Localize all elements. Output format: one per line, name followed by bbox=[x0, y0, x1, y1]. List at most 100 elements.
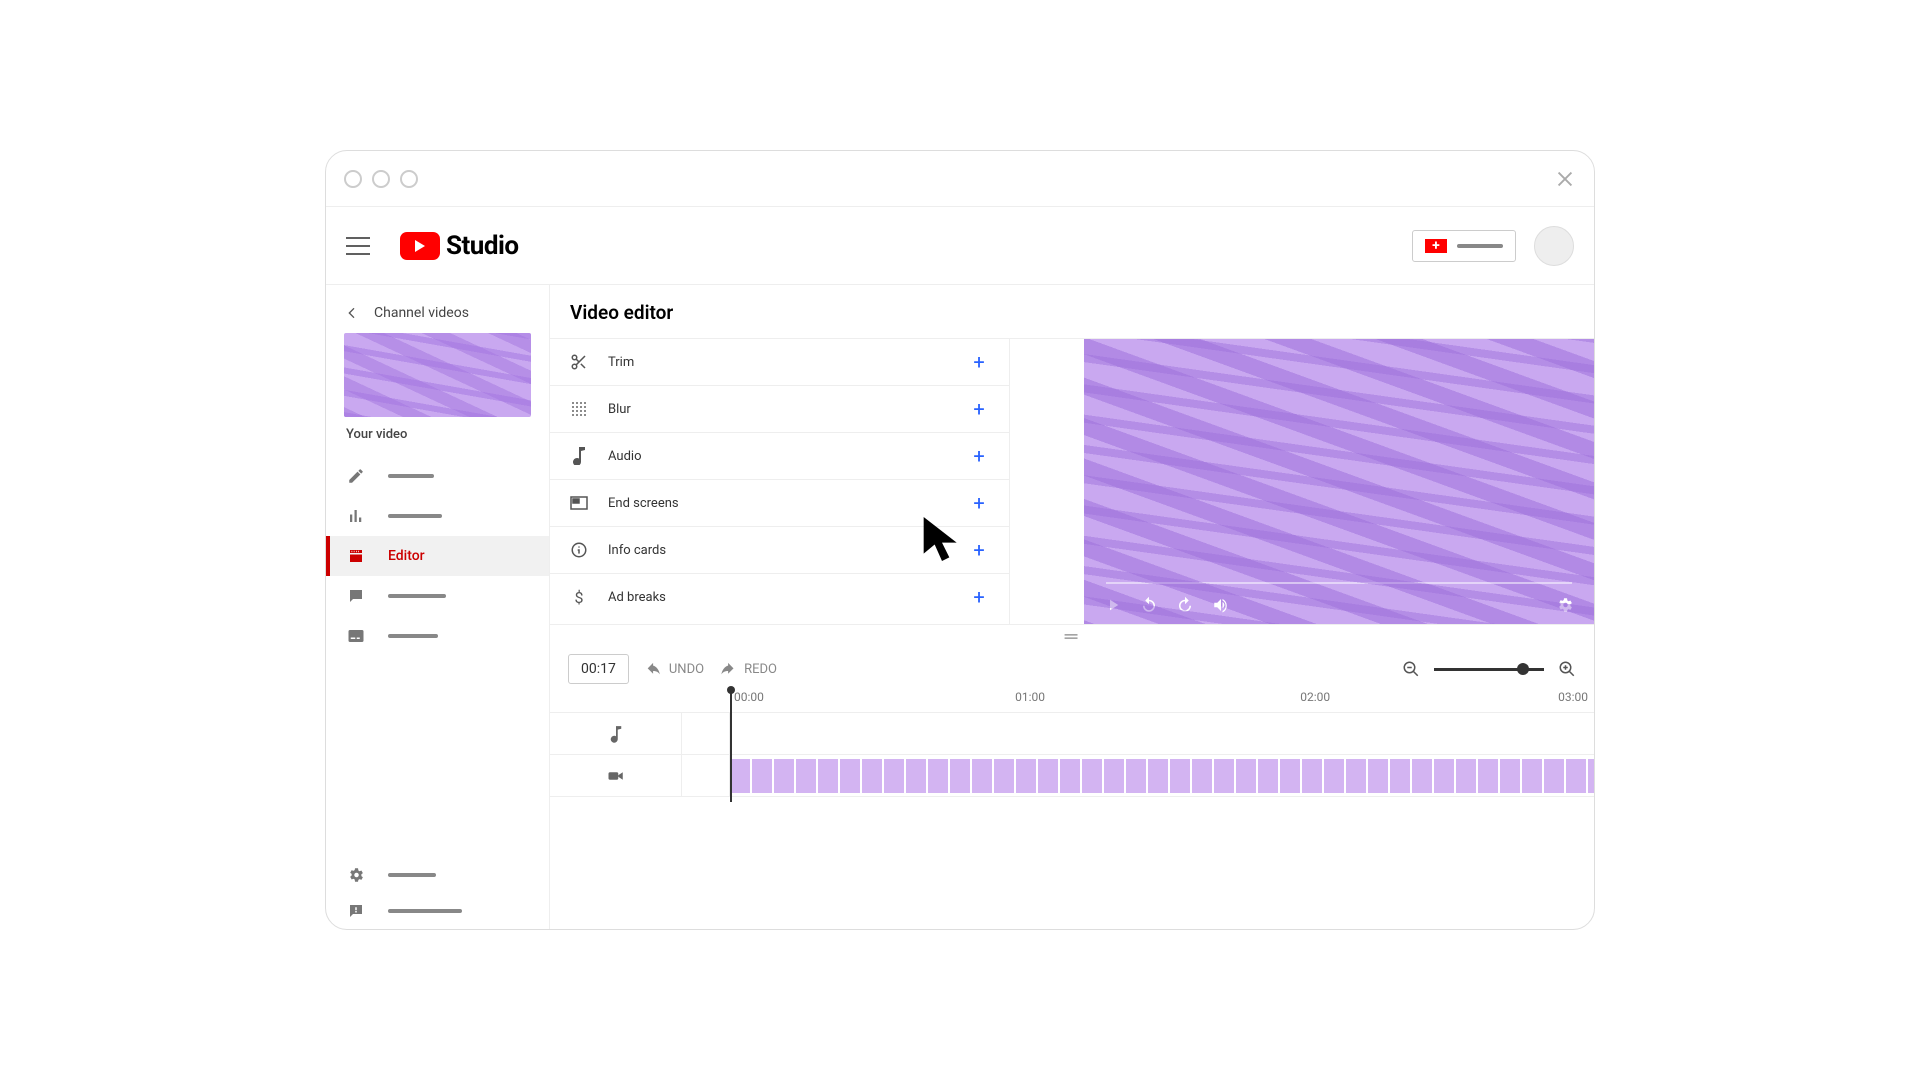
add-audio-button[interactable]: + bbox=[967, 444, 991, 468]
back-to-channel-videos[interactable]: Channel videos bbox=[326, 297, 549, 333]
video-clip[interactable] bbox=[730, 759, 1594, 793]
timeline-tracks bbox=[550, 712, 1594, 797]
add-blur-button[interactable]: + bbox=[967, 397, 991, 421]
window-dot-icon[interactable] bbox=[344, 170, 362, 188]
preview-progress-bar[interactable] bbox=[1106, 582, 1572, 584]
timeline-toolbar: 00:17 UNDO REDO bbox=[550, 648, 1594, 688]
tool-label: Info cards bbox=[608, 543, 666, 558]
camera-plus-icon bbox=[1425, 239, 1447, 253]
add-end-screen-button[interactable]: + bbox=[967, 491, 991, 515]
audio-track-row[interactable] bbox=[550, 713, 1594, 755]
sidebar-item-feedback[interactable] bbox=[326, 893, 549, 929]
zoom-out-icon[interactable] bbox=[1402, 660, 1420, 678]
sidebar-item-settings[interactable] bbox=[326, 857, 549, 893]
redo-icon bbox=[720, 662, 738, 676]
forward-icon[interactable] bbox=[1176, 596, 1194, 614]
sidebar-item-details[interactable] bbox=[326, 456, 549, 496]
tool-label: Blur bbox=[608, 402, 631, 417]
dollar-icon: $ bbox=[568, 586, 590, 608]
brand-name: Studio bbox=[446, 231, 519, 261]
timeline-ruler[interactable]: 00:00 01:00 02:00 03:00 bbox=[730, 688, 1594, 712]
back-label: Channel videos bbox=[374, 305, 469, 321]
drag-handle-icon[interactable]: ═ bbox=[550, 625, 1594, 648]
zoom-slider[interactable] bbox=[1434, 668, 1544, 671]
replay-icon[interactable] bbox=[1140, 596, 1158, 614]
time-mark: 01:00 bbox=[1015, 690, 1045, 704]
editor-icon bbox=[346, 546, 366, 566]
blur-icon bbox=[568, 398, 590, 420]
gear-icon[interactable] bbox=[1556, 596, 1574, 614]
comments-icon bbox=[346, 586, 366, 606]
video-preview[interactable] bbox=[1084, 339, 1594, 624]
window-dot-icon[interactable] bbox=[400, 170, 418, 188]
scissors-icon bbox=[568, 351, 590, 373]
editor-label: Editor bbox=[388, 548, 425, 564]
nav-label-placeholder bbox=[388, 594, 446, 598]
end-screen-icon bbox=[568, 492, 590, 514]
video-track-row[interactable] bbox=[550, 755, 1594, 797]
gear-icon bbox=[346, 865, 366, 885]
sidebar-item-editor[interactable]: Editor bbox=[326, 536, 549, 576]
tool-list: Trim + Blur + Audio + E bbox=[550, 339, 1010, 624]
timeline-playhead[interactable] bbox=[730, 690, 732, 802]
nav-label-placeholder bbox=[388, 514, 442, 518]
window-title-bar bbox=[326, 151, 1594, 207]
mouse-cursor-icon bbox=[920, 513, 964, 565]
sidebar-item-subtitles[interactable] bbox=[326, 616, 549, 656]
tool-label: Trim bbox=[608, 355, 634, 370]
play-icon[interactable] bbox=[1104, 596, 1122, 614]
page-title: Video editor bbox=[550, 285, 1594, 338]
undo-button[interactable]: UNDO bbox=[645, 662, 704, 677]
arrow-left-icon bbox=[344, 305, 360, 321]
main-content: Video editor Trim + Blur + Au bbox=[550, 285, 1594, 929]
nav-label-placeholder bbox=[388, 909, 462, 913]
sidebar: Channel videos Your video Editor bbox=[326, 285, 550, 929]
app-window: Studio Channel videos Your video bbox=[325, 150, 1595, 930]
tool-label: Audio bbox=[608, 449, 641, 464]
preview-pane bbox=[1010, 339, 1594, 624]
music-note-icon bbox=[550, 713, 682, 754]
nav-label-placeholder bbox=[388, 474, 434, 478]
nav-label-placeholder bbox=[388, 873, 436, 877]
your-video-label: Your video bbox=[326, 427, 549, 456]
time-mark: 03:00 bbox=[1558, 690, 1588, 704]
redo-label: REDO bbox=[744, 662, 777, 677]
tool-label: Ad breaks bbox=[608, 590, 666, 605]
tool-label: End screens bbox=[608, 496, 679, 511]
zoom-control bbox=[1402, 660, 1576, 678]
tool-trim[interactable]: Trim + bbox=[550, 339, 1009, 386]
pencil-icon bbox=[346, 466, 366, 486]
zoom-slider-knob[interactable] bbox=[1517, 663, 1529, 675]
artwork-icon bbox=[344, 333, 531, 417]
add-info-card-button[interactable]: + bbox=[967, 538, 991, 562]
info-icon bbox=[568, 539, 590, 561]
video-thumbnail[interactable] bbox=[344, 333, 531, 417]
window-controls bbox=[344, 170, 418, 188]
close-icon[interactable] bbox=[1554, 168, 1576, 190]
current-time-display[interactable]: 00:17 bbox=[568, 654, 629, 684]
undo-label: UNDO bbox=[669, 662, 704, 677]
tool-ad-breaks[interactable]: $ Ad breaks + bbox=[550, 574, 1009, 620]
redo-button[interactable]: REDO bbox=[720, 662, 777, 677]
add-trim-button[interactable]: + bbox=[967, 350, 991, 374]
avatar[interactable] bbox=[1534, 226, 1574, 266]
volume-icon[interactable] bbox=[1212, 596, 1230, 614]
analytics-icon bbox=[346, 506, 366, 526]
hamburger-icon[interactable] bbox=[346, 237, 370, 255]
add-ad-break-button[interactable]: + bbox=[967, 585, 991, 609]
sidebar-item-analytics[interactable] bbox=[326, 496, 549, 536]
time-mark: 02:00 bbox=[1300, 690, 1330, 704]
camera-icon bbox=[550, 755, 682, 796]
zoom-in-icon[interactable] bbox=[1558, 660, 1576, 678]
preview-controls bbox=[1104, 596, 1574, 614]
tool-blur[interactable]: Blur + bbox=[550, 386, 1009, 433]
top-nav: Studio bbox=[326, 207, 1594, 285]
tool-audio[interactable]: Audio + bbox=[550, 433, 1009, 480]
play-logo-icon bbox=[400, 232, 440, 260]
window-dot-icon[interactable] bbox=[372, 170, 390, 188]
create-button[interactable] bbox=[1412, 230, 1516, 262]
time-mark: 00:00 bbox=[734, 690, 764, 704]
studio-logo[interactable]: Studio bbox=[400, 231, 519, 261]
sidebar-item-comments[interactable] bbox=[326, 576, 549, 616]
create-label-placeholder bbox=[1457, 244, 1503, 248]
